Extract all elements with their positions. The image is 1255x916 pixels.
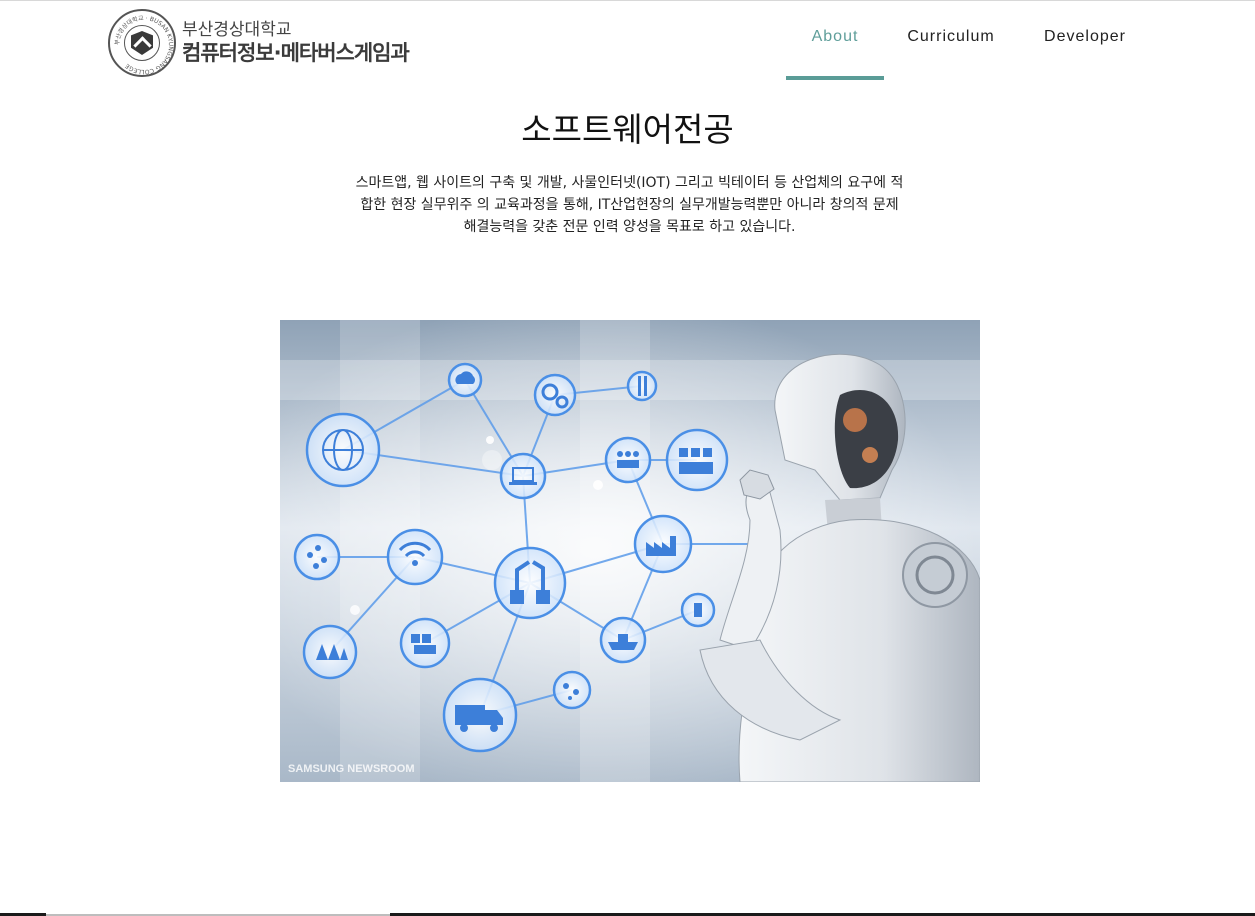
nav-curriculum[interactable]: Curriculum xyxy=(884,0,1018,80)
nav-developer[interactable]: Developer xyxy=(1018,0,1152,80)
main-nav: About Curriculum Developer xyxy=(786,0,1152,80)
major-description: 스마트앱, 웹 사이트의 구축 및 개발, 사물인터넷(IOT) 그리고 빅테이… xyxy=(292,172,967,238)
university-name: 부산경상대학교 xyxy=(182,20,292,40)
description-line: 해결능력을 갖춘 전문 인력 양성을 목표로 하고 있습니다. xyxy=(463,219,796,235)
page-title: 소프트웨어전공 xyxy=(521,110,734,149)
hero-image: SAMSUNG NEWSROOM xyxy=(280,320,980,782)
hero-watermark: SAMSUNG NEWSROOM xyxy=(288,763,415,775)
description-line: 합한 현장 실무위주 의 교육과정을 통해, IT산업현장의 실무개발능력뿐만 … xyxy=(360,197,899,213)
nav-about[interactable]: About xyxy=(786,0,884,80)
college-logo[interactable]: 부산경상대학교 · BUSAN KYUNGSANG COLLEGE 부산경상대학… xyxy=(108,9,410,77)
department-name: 컴퓨터정보·메타버스게임과 xyxy=(182,41,410,65)
description-line: 스마트앱, 웹 사이트의 구축 및 개발, 사물인터넷(IOT) 그리고 빅테이… xyxy=(355,175,904,191)
college-seal-icon: 부산경상대학교 · BUSAN KYUNGSANG COLLEGE xyxy=(108,9,176,77)
site-header: 부산경상대학교 · BUSAN KYUNGSANG COLLEGE 부산경상대학… xyxy=(0,0,1255,80)
